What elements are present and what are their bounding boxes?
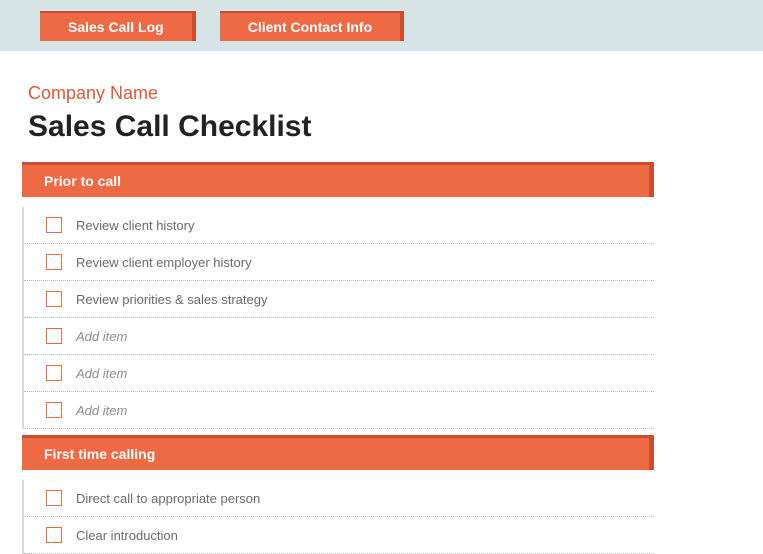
list-item: Direct call to appropriate person: [24, 480, 654, 517]
item-label[interactable]: Review client employer history: [76, 255, 252, 270]
section-first-time-calling: First time calling Direct call to approp…: [22, 435, 700, 554]
item-label[interactable]: Add item: [76, 403, 127, 418]
checkbox[interactable]: [46, 254, 62, 270]
item-list: Review client history Review client empl…: [22, 207, 700, 429]
list-item: Add item: [24, 392, 654, 429]
item-label[interactable]: Direct call to appropriate person: [76, 491, 260, 506]
top-bar: Sales Call Log Client Contact Info: [0, 0, 763, 51]
header-block: Company Name Sales Call Checklist: [0, 51, 763, 144]
item-label[interactable]: Review client history: [76, 218, 195, 233]
section-title: Prior to call: [44, 173, 121, 189]
tab-label: Client Contact Info: [248, 19, 372, 35]
tab-client-contact-info[interactable]: Client Contact Info: [220, 11, 404, 41]
list-item: Add item: [24, 355, 654, 392]
section-header: Prior to call: [22, 162, 654, 197]
item-label[interactable]: Clear introduction: [76, 528, 178, 543]
item-list: Direct call to appropriate person Clear …: [22, 480, 700, 554]
list-item: Clear introduction: [24, 517, 654, 554]
list-item: Review client employer history: [24, 244, 654, 281]
item-label[interactable]: Add item: [76, 329, 127, 344]
checkbox[interactable]: [46, 527, 62, 543]
checkbox[interactable]: [46, 291, 62, 307]
item-label[interactable]: Review priorities & sales strategy: [76, 292, 267, 307]
tab-sales-call-log[interactable]: Sales Call Log: [40, 11, 196, 41]
checkbox[interactable]: [46, 402, 62, 418]
company-name: Company Name: [28, 83, 763, 104]
section-prior-to-call: Prior to call Review client history Revi…: [22, 162, 700, 429]
section-header: First time calling: [22, 435, 654, 470]
item-label[interactable]: Add item: [76, 366, 127, 381]
checkbox[interactable]: [46, 490, 62, 506]
list-item: Review client history: [24, 207, 654, 244]
page-title: Sales Call Checklist: [28, 110, 763, 144]
checkbox[interactable]: [46, 365, 62, 381]
list-item: Add item: [24, 318, 654, 355]
tab-label: Sales Call Log: [68, 19, 164, 35]
list-item: Review priorities & sales strategy: [24, 281, 654, 318]
checkbox[interactable]: [46, 328, 62, 344]
checkbox[interactable]: [46, 217, 62, 233]
section-title: First time calling: [44, 446, 155, 462]
sections-container: Prior to call Review client history Revi…: [0, 144, 700, 554]
